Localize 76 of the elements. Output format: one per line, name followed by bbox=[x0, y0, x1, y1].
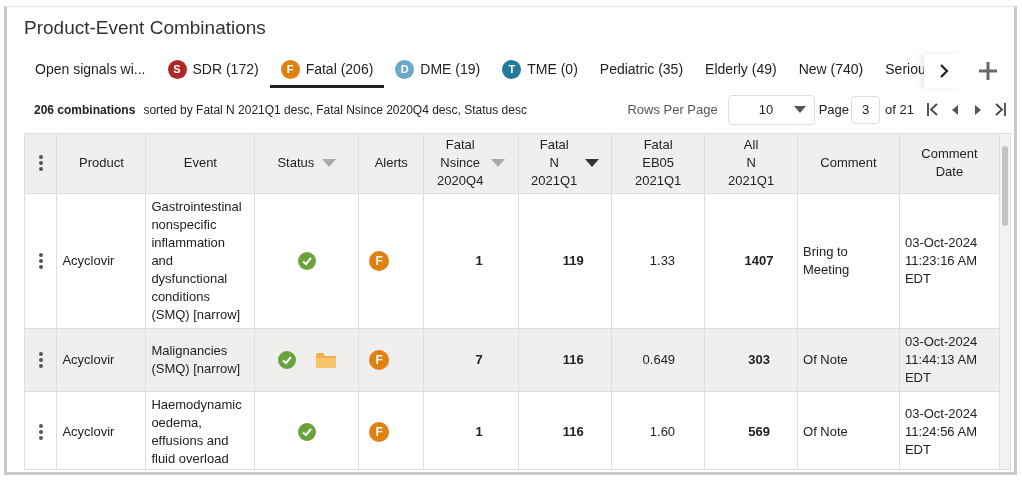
plus-icon bbox=[978, 60, 998, 81]
table-cell-text: 03-Oct-2024 11:23:16 AM EDT bbox=[904, 234, 979, 288]
table-cell-text: Bring to Meeting bbox=[803, 243, 851, 279]
table-row[interactable]: Acyclovir Malignancies (SMQ) [narrow] F 7 116 0.649 303 Of Note 03-Oct-2024 11:44:13 AM EDT bbox=[25, 328, 1000, 392]
alert-badge: F bbox=[369, 350, 390, 370]
table-cell-text: Haemodynamic oedema, effusions and fluid overload bbox=[151, 396, 243, 468]
tab[interactable]: New (740) bbox=[787, 53, 875, 88]
column-header[interactable]: All N 2021Q1 bbox=[727, 136, 775, 191]
table-cell-text: 1.60 bbox=[648, 423, 677, 441]
tab[interactable]: F Fatal (206) bbox=[269, 53, 385, 88]
previous-page-icon[interactable] bbox=[952, 104, 958, 115]
table-cell-text: 7 bbox=[474, 351, 484, 369]
rows-per-page-select[interactable]: 10 bbox=[727, 94, 815, 125]
tab[interactable]: Open signals wi... bbox=[24, 53, 157, 88]
tab-badge: D bbox=[395, 59, 415, 79]
table-cell-text: Acyclovir bbox=[62, 423, 116, 441]
more-options-icon[interactable] bbox=[37, 154, 44, 173]
sort-arrow-icon[interactable] bbox=[585, 159, 600, 168]
tab[interactable]: D DME (19) bbox=[384, 53, 492, 88]
table-cell-text: Acyclovir bbox=[62, 351, 116, 369]
column-header[interactable]: Comment Date bbox=[921, 145, 978, 182]
column-header[interactable]: Product bbox=[79, 154, 124, 173]
rows-per-page-label: Rows Per Page bbox=[627, 100, 718, 119]
alert-badge: F bbox=[369, 251, 390, 271]
table-cell-text: Of Note bbox=[803, 423, 849, 441]
page-label: Page bbox=[818, 100, 850, 119]
table-cell-text: 03-Oct-2024 11:24:56 AM EDT bbox=[904, 405, 979, 459]
first-page-icon[interactable] bbox=[927, 103, 939, 116]
table-cell-text: Malignancies (SMQ) [narrow] bbox=[151, 342, 242, 378]
tab[interactable]: T TME (0) bbox=[491, 53, 589, 88]
tab-badge: S bbox=[167, 59, 187, 79]
table-cell-text: 1 bbox=[474, 252, 484, 270]
next-tabs-button[interactable] bbox=[924, 53, 964, 88]
chevron-right-icon bbox=[939, 63, 949, 78]
table-cell-text: 1 bbox=[474, 423, 484, 441]
sort-description: sorted by Fatal N 2021Q1 desc, Fatal Nsince 2020Q4 desc, Status desc bbox=[143, 101, 527, 119]
page-title: Product-Event Combinations bbox=[24, 16, 266, 40]
table-cell-text: 1.33 bbox=[648, 252, 677, 270]
table-cell-text: 119 bbox=[561, 252, 585, 270]
tab[interactable]: Elderly (49) bbox=[694, 53, 788, 88]
scrollbar[interactable] bbox=[1000, 133, 1010, 469]
more-options-icon[interactable] bbox=[37, 252, 44, 270]
page-input[interactable]: 3 bbox=[851, 95, 881, 124]
table-cell-text: 116 bbox=[561, 423, 585, 441]
table-cell-text: Gastrointestinal nonspecific inflammation and dysfunctional conditions (SMQ) [narrow] bbox=[151, 198, 243, 324]
add-button[interactable] bbox=[978, 60, 998, 81]
tab-badge: F bbox=[280, 59, 300, 79]
tab[interactable]: S SDR (172) bbox=[156, 53, 270, 88]
more-options-icon[interactable] bbox=[37, 423, 44, 441]
alert-badge: F bbox=[369, 422, 390, 442]
column-header[interactable]: Event bbox=[183, 154, 217, 173]
column-header[interactable]: Fatal N 2021Q1 bbox=[531, 136, 578, 191]
next-page-icon[interactable] bbox=[975, 104, 981, 115]
table-cell-text: 569 bbox=[747, 423, 771, 441]
dropdown-caret-icon bbox=[793, 106, 806, 113]
tab[interactable]: Pediatric (35) bbox=[588, 53, 695, 88]
table-cell-text: 0.649 bbox=[641, 351, 677, 369]
table-row[interactable]: Acyclovir Haemodynamic oedema, effusions and fluid overload F 1 116 1.60 569 Of Note 03-Oct-2024 11:24:56 AM EDT bbox=[25, 391, 1000, 469]
column-header[interactable]: Alerts bbox=[374, 154, 408, 173]
table-cell-text: Of Note bbox=[803, 351, 849, 369]
table-cell-text: 303 bbox=[747, 351, 771, 369]
tab-badge: T bbox=[502, 59, 522, 79]
more-options-icon[interactable] bbox=[37, 351, 44, 369]
column-header[interactable]: Fatal EB05 2021Q1 bbox=[635, 136, 682, 191]
column-header[interactable]: Fatal Nsince 2020Q4 bbox=[437, 136, 484, 191]
table-cell-text: 03-Oct-2024 11:44:13 AM EDT bbox=[904, 333, 979, 387]
tab[interactable]: Seriou bbox=[874, 53, 924, 88]
table-cell-text: 1407 bbox=[743, 252, 775, 270]
page-count: of 21 bbox=[885, 100, 914, 119]
column-header[interactable]: Comment bbox=[820, 154, 877, 173]
column-header[interactable]: Status bbox=[277, 154, 315, 173]
table-cell-text: 116 bbox=[561, 351, 585, 369]
table-row[interactable]: Acyclovir Gastrointestinal nonspecific inflammation and dysfunctional conditions (SMQ) [narrow] F 1 119 1.33 1407 Bring to Meeting 03-Oct-2024 11:23:16 AM EDT bbox=[25, 193, 1000, 329]
table-cell-text: Acyclovir bbox=[62, 252, 116, 270]
last-page-icon[interactable] bbox=[994, 103, 1006, 116]
combination-count: 206 combinations bbox=[34, 101, 136, 119]
